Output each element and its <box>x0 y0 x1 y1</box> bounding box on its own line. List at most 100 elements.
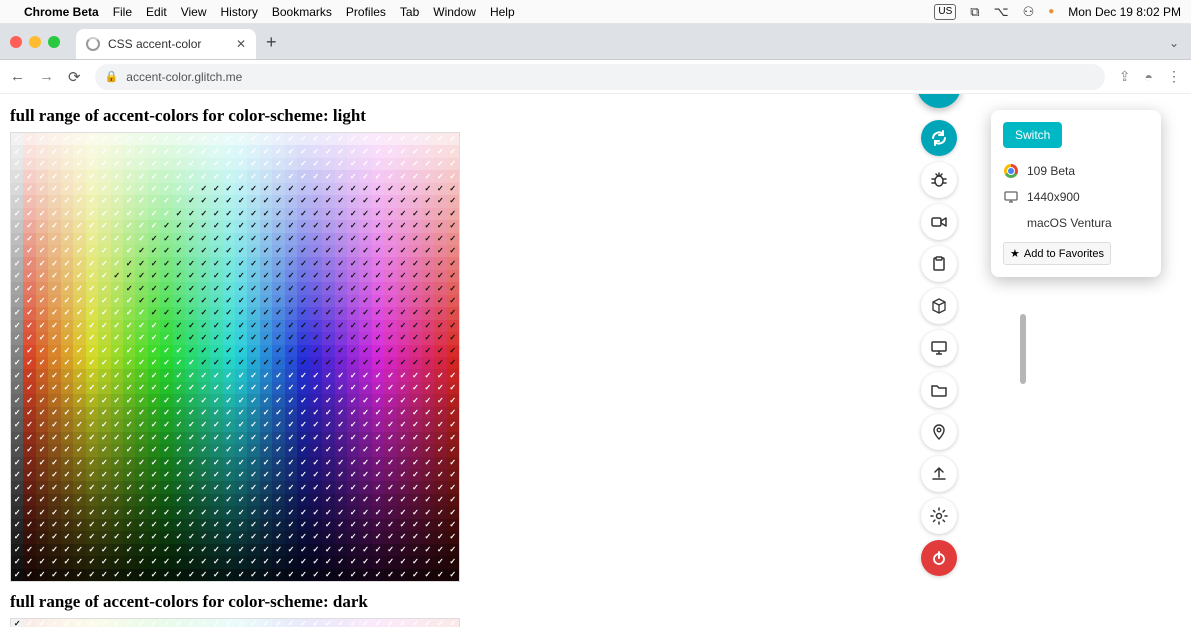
accent-swatch: ✓ <box>148 332 160 344</box>
menu-file[interactable]: File <box>113 5 132 19</box>
accent-swatch: ✓ <box>409 208 421 220</box>
accent-swatch: ✓ <box>185 544 197 556</box>
display-button[interactable] <box>921 330 957 366</box>
new-tab-button[interactable]: + <box>266 32 277 53</box>
switch-icon[interactable]: ⌥ <box>994 4 1009 20</box>
maximize-window-button[interactable] <box>48 36 60 48</box>
tabs-dropdown-button[interactable]: ⌄ <box>1169 36 1179 50</box>
accent-swatch: ✓ <box>272 233 284 245</box>
accent-swatch: ✓ <box>210 233 222 245</box>
accent-swatch: ✓ <box>335 332 347 344</box>
accent-swatch: ✓ <box>384 419 396 431</box>
accent-swatch: ✓ <box>11 345 23 357</box>
accent-swatch: ✓ <box>384 208 396 220</box>
accent-swatch: ✓ <box>23 220 35 232</box>
accent-swatch: ✓ <box>359 233 371 245</box>
address-bar[interactable]: 🔒 accent-color.glitch.me <box>95 64 1105 90</box>
menu-history[interactable]: History <box>221 5 258 19</box>
accent-swatch: ✓ <box>86 444 98 456</box>
menu-help[interactable]: Help <box>490 5 515 19</box>
record-video-button[interactable] <box>921 204 957 240</box>
accent-swatch: ✓ <box>86 432 98 444</box>
status-dot-icon: ● <box>1048 6 1054 17</box>
accent-swatch: ✓ <box>173 332 185 344</box>
collapse-toolbar-button[interactable] <box>917 94 961 108</box>
overlay-scrollbar[interactable] <box>1020 314 1026 384</box>
lock-icon[interactable]: 🔒 <box>105 70 119 83</box>
location-button[interactable] <box>921 414 957 450</box>
clock[interactable]: Mon Dec 19 8:02 PM <box>1068 5 1181 19</box>
close-window-button[interactable] <box>10 36 22 48</box>
forward-button[interactable]: → <box>39 68 54 85</box>
accent-swatch: ✓ <box>422 257 434 269</box>
switch-button[interactable]: Switch <box>1003 122 1062 148</box>
menu-view[interactable]: View <box>181 5 207 19</box>
reload-button[interactable]: ⟳ <box>68 68 81 86</box>
accent-swatch: ✓ <box>359 357 371 369</box>
accent-swatch: ✓ <box>347 394 359 406</box>
accent-swatch: ✓ <box>272 257 284 269</box>
accent-swatch: ✓ <box>135 481 147 493</box>
upload-button[interactable] <box>921 456 957 492</box>
accent-swatch: ✓ <box>160 407 172 419</box>
share-button[interactable]: ⇪ <box>1119 68 1131 85</box>
sync-button[interactable] <box>921 120 957 156</box>
menu-edit[interactable]: Edit <box>146 5 167 19</box>
cube-button[interactable] <box>921 288 957 324</box>
accent-swatch: ✓ <box>397 320 409 332</box>
power-icon <box>930 549 948 567</box>
accent-swatch: ✓ <box>434 419 446 431</box>
bug-report-button[interactable] <box>921 162 957 198</box>
input-lang-indicator[interactable]: US <box>934 4 956 20</box>
accent-swatch: ✓ <box>434 531 446 543</box>
accent-swatch: ✓ <box>335 282 347 294</box>
accent-swatch: ✓ <box>235 345 247 357</box>
accent-swatch: ✓ <box>123 494 135 506</box>
accent-swatch: ✓ <box>297 569 309 581</box>
menu-window[interactable]: Window <box>433 5 476 19</box>
accent-swatch: ✓ <box>160 457 172 469</box>
settings-button[interactable] <box>921 498 957 534</box>
accent-swatch: ✓ <box>272 208 284 220</box>
accent-swatch: ✓ <box>434 282 446 294</box>
user-menu-icon[interactable]: ⚇ <box>1023 4 1035 20</box>
accent-swatch: ✓ <box>98 332 110 344</box>
accent-swatch: ✓ <box>198 332 210 344</box>
browser-toolbar: ← → ⟳ 🔒 accent-color.glitch.me ⇪ ◓ ⋮ <box>0 60 1191 94</box>
clipboard-button[interactable] <box>921 246 957 282</box>
layout-icon[interactable]: ⧉ <box>970 4 979 20</box>
accent-swatch: ✓ <box>384 145 396 157</box>
chrome-menu-button[interactable]: ⋮ <box>1167 68 1181 85</box>
menu-bookmarks[interactable]: Bookmarks <box>272 5 332 19</box>
back-button[interactable]: ← <box>10 68 25 85</box>
folder-button[interactable] <box>921 372 957 408</box>
add-to-favorites-button[interactable]: ★ Add to Favorites <box>1003 242 1111 265</box>
accent-swatch: ✓ <box>447 481 459 493</box>
accent-swatch: ✓ <box>98 444 110 456</box>
accent-swatch: ✓ <box>11 220 23 232</box>
accent-swatch: ✓ <box>210 519 222 531</box>
accent-swatch: ✓ <box>160 158 172 170</box>
profile-button[interactable]: ◓ <box>1145 69 1153 85</box>
accent-swatch: ✓ <box>384 519 396 531</box>
accent-swatch: ✓ <box>397 382 409 394</box>
close-tab-button[interactable]: ✕ <box>236 37 246 51</box>
accent-swatch: ✓ <box>447 569 459 581</box>
accent-swatch: ✓ <box>272 469 284 481</box>
accent-swatch: ✓ <box>372 183 384 195</box>
stop-session-button[interactable] <box>921 540 957 576</box>
accent-swatch: ✓ <box>148 295 160 307</box>
accent-swatch: ✓ <box>11 481 23 493</box>
browser-tab[interactable]: CSS accent-color ✕ <box>76 29 256 59</box>
menu-tab[interactable]: Tab <box>400 5 419 19</box>
minimize-window-button[interactable] <box>29 36 41 48</box>
accent-swatch: ✓ <box>11 457 23 469</box>
accent-swatch: ✓ <box>359 345 371 357</box>
accent-swatch: ✓ <box>160 245 172 257</box>
accent-swatch: ✓ <box>422 544 434 556</box>
app-name[interactable]: Chrome Beta <box>24 5 99 19</box>
accent-swatch: ✓ <box>235 444 247 456</box>
accent-swatch: ✓ <box>223 133 235 145</box>
accent-swatch: ✓ <box>384 245 396 257</box>
menu-profiles[interactable]: Profiles <box>346 5 386 19</box>
